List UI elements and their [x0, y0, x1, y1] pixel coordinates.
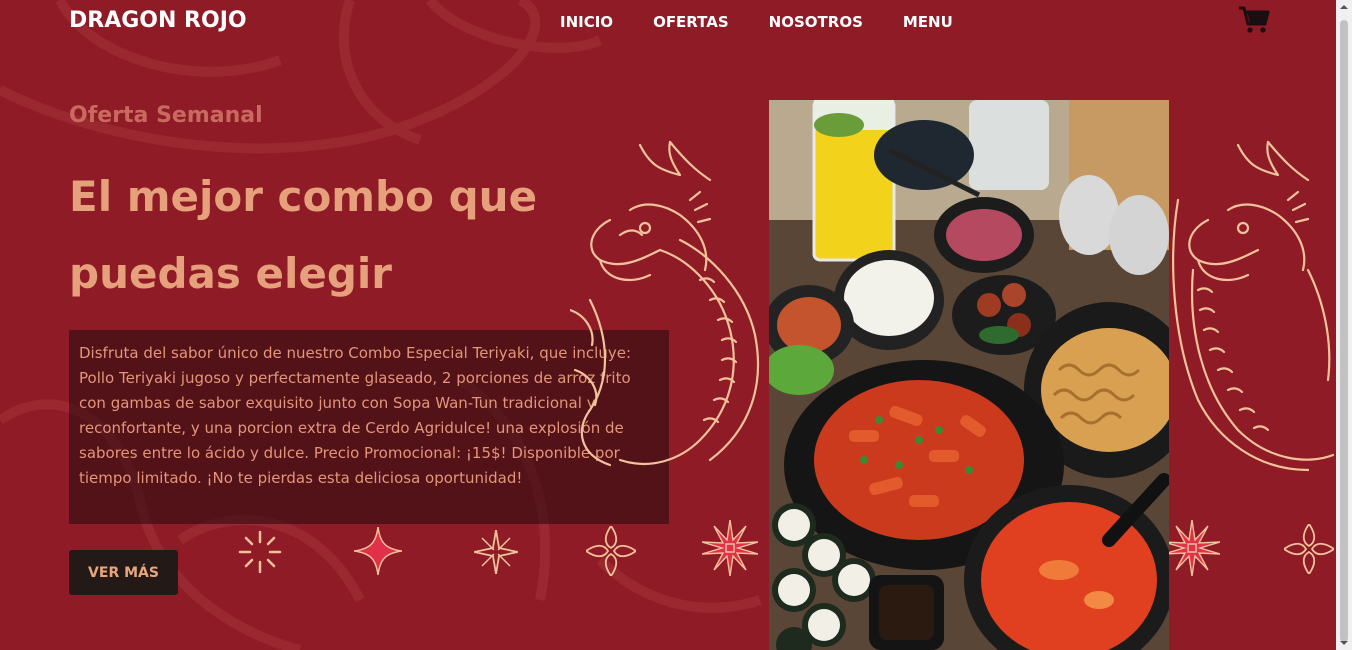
see-more-button[interactable]: VER MÁS [69, 550, 178, 595]
scroll-down-arrow-icon[interactable] [1336, 636, 1352, 650]
brand-logo[interactable]: DRAGON ROJO [69, 8, 247, 33]
landing-page: DRAGON ROJO INICIO OFERTAS NOSOTROS MENU… [0, 0, 1336, 650]
scroll-up-arrow-icon[interactable] [1336, 0, 1352, 14]
nav-item-inicio[interactable]: INICIO [560, 13, 613, 31]
scroll-thumb[interactable] [1340, 20, 1348, 642]
dragon-left-illustration [570, 140, 760, 467]
main-nav: INICIO OFERTAS NOSOTROS MENU [560, 13, 993, 31]
flower-sparkle-icon-right [1284, 524, 1334, 574]
nav-item-nosotros[interactable]: NOSOTROS [769, 13, 863, 31]
nav-item-ofertas[interactable]: OFERTAS [653, 13, 729, 31]
sun-burst-icon [702, 520, 758, 576]
hero-headline: El mejor combo que puedas elegir [69, 172, 538, 298]
cart-icon[interactable] [1238, 6, 1270, 34]
nav-item-menu[interactable]: MENU [903, 13, 953, 31]
offer-eyebrow: Oferta Semanal [69, 103, 263, 128]
dragon-right-illustration [1172, 140, 1335, 472]
star-diamond-icon [354, 527, 402, 575]
page-scrollbar[interactable] [1336, 0, 1352, 650]
sun-burst-icon-right [1164, 520, 1220, 576]
sparkle-burst-icon [238, 530, 282, 574]
food-photo [769, 100, 1169, 650]
flower-sparkle-icon [586, 526, 636, 576]
star-burst-icon [474, 530, 518, 574]
